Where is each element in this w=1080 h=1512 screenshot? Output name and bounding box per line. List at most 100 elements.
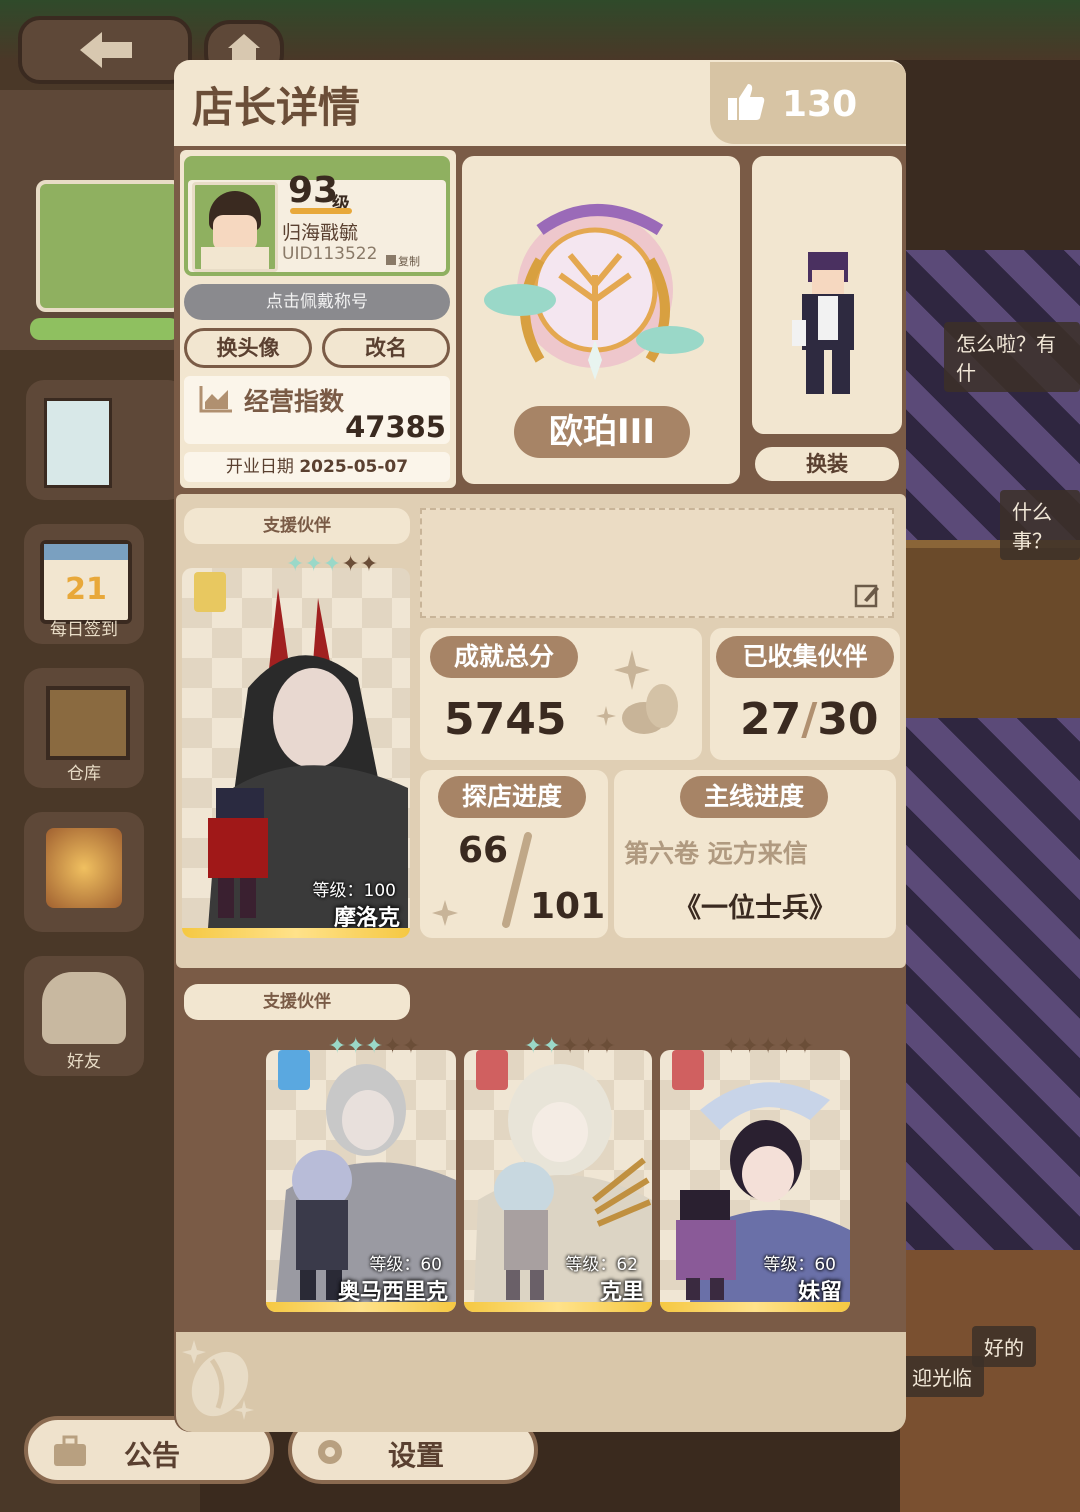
- left-progress-bar: [30, 318, 180, 340]
- partner-card[interactable]: 等级：62 克里: [464, 1050, 652, 1312]
- star-icon: ✦: [524, 1034, 543, 1059]
- sparkle-icon: [432, 900, 458, 926]
- star-icon: ✦: [322, 552, 342, 577]
- thumbs-up-icon: [728, 84, 765, 120]
- star-icon: ✦: [304, 552, 323, 577]
- achievement-label: 成就总分: [430, 636, 578, 678]
- left-item-tile[interactable]: [26, 380, 186, 500]
- rename-button[interactable]: 改名: [322, 328, 450, 368]
- main-support-partner-card[interactable]: 等级：100 摩洛克: [182, 568, 410, 938]
- story-label: 主线进度: [680, 776, 828, 818]
- role-badge-icon: [476, 1050, 508, 1090]
- likes-count: 130: [782, 84, 858, 125]
- collected-label: 已收集伙伴: [716, 636, 894, 678]
- change-outfit-button[interactable]: 换装: [752, 444, 902, 484]
- back-button[interactable]: [18, 16, 192, 84]
- rank-name: 欧珀III: [514, 406, 690, 458]
- role-badge-icon: [672, 1050, 704, 1090]
- explore-total: 101: [530, 886, 606, 927]
- star-icon: ✦: [722, 1034, 741, 1059]
- partner-rarity-bar: [266, 1302, 456, 1312]
- partner-level: 等级：100: [312, 881, 396, 901]
- role-badge-icon: [278, 1050, 310, 1090]
- partner-rarity-bar: [182, 928, 410, 938]
- storage-button[interactable]: 仓库: [24, 668, 144, 788]
- settings-label: 设置: [388, 1439, 445, 1472]
- daily-checkin-label: 每日签到: [50, 620, 118, 640]
- business-index-value: 47385: [345, 410, 446, 444]
- chart-icon: [199, 386, 232, 413]
- story-volume: 第六卷 远方来信: [624, 839, 808, 868]
- storage-crate-icon: [46, 686, 130, 760]
- player-uid: UID113522: [282, 244, 378, 264]
- partner-card[interactable]: 等级：60 妹留: [660, 1050, 850, 1312]
- fraction-slash: [502, 832, 532, 928]
- star-icon: ✦: [359, 552, 379, 577]
- back-arrow-icon: [80, 32, 132, 68]
- copy-label: 复制: [398, 255, 420, 268]
- friends-button[interactable]: 好友: [24, 956, 144, 1076]
- star-icon: ✦: [560, 1034, 580, 1059]
- copy-icon: [386, 255, 396, 265]
- star-icon: ✦: [401, 1034, 421, 1059]
- speech-bubble: 迎光临: [900, 1356, 984, 1397]
- star-rating: ✦✦✦✦✦: [722, 1034, 814, 1059]
- book-icon: [44, 398, 112, 488]
- star-icon: ✦: [777, 1034, 796, 1059]
- player-level: 93: [288, 170, 339, 211]
- edit-icon[interactable]: [854, 582, 880, 608]
- star-icon: ✦: [341, 552, 360, 577]
- star-icon: ✦: [758, 1034, 778, 1059]
- collected-count: 27/30: [740, 694, 879, 745]
- level-underline: [290, 208, 352, 214]
- support-partner-label-2: 支援伙伴: [184, 984, 410, 1020]
- star-icon: ✦: [542, 1034, 561, 1059]
- story-chapter: 《一位士兵》: [674, 893, 836, 924]
- scene-counter: [905, 540, 1080, 718]
- panel-footer: [176, 1332, 906, 1432]
- open-date-label: 开业日期: [225, 457, 294, 477]
- star-icon: ✦: [328, 1034, 347, 1059]
- star-rating: ✦✦✦✦✦: [524, 1034, 616, 1059]
- star-icon: ✦: [346, 1034, 365, 1059]
- achievement-value: 5745: [444, 694, 567, 745]
- coffee-beans-icon: [596, 650, 678, 734]
- signature-box[interactable]: [420, 508, 894, 618]
- player-name: 归海戬毓: [282, 222, 359, 244]
- opal-rank-emblem-icon: [484, 204, 704, 380]
- change-avatar-button[interactable]: 换头像: [184, 328, 312, 368]
- notice-label: 公告: [124, 1439, 181, 1472]
- open-date-value: 2025-05-07: [299, 457, 409, 477]
- support-partner-label: 支援伙伴: [184, 508, 410, 544]
- calendar-icon: 21: [40, 540, 132, 624]
- star-icon: ✦: [597, 1034, 617, 1059]
- star-icon: ✦: [795, 1034, 815, 1059]
- friends-label: 好友: [67, 1052, 101, 1072]
- star-icon: ✦: [383, 1034, 402, 1059]
- page-title: 店长详情: [192, 83, 361, 132]
- partner-rarity-bar: [660, 1302, 850, 1312]
- business-index-label: 经营指数: [244, 387, 345, 416]
- copy-uid-button[interactable]: 复制: [386, 250, 432, 268]
- briefcase-icon: [54, 1435, 86, 1466]
- player-avatar[interactable]: [192, 182, 278, 272]
- title-wear-button[interactable]: 点击佩戴称号: [184, 284, 450, 320]
- collected-total: 30: [817, 694, 879, 745]
- explore-label: 探店进度: [438, 776, 586, 818]
- star-rating: ✦✦✦✦✦: [286, 552, 378, 577]
- open-date: 开业日期 2025-05-07: [184, 452, 450, 482]
- star-icon: ✦: [579, 1034, 598, 1059]
- speech-bubble: 怎么啦？有什: [944, 322, 1080, 392]
- partner-level: 等级：60: [369, 1255, 442, 1275]
- daily-checkin-button[interactable]: 21 每日签到: [24, 524, 144, 644]
- cats-icon: [42, 972, 126, 1044]
- pixel-character-sprite: [792, 252, 854, 394]
- left-avatar[interactable]: [36, 180, 182, 312]
- coffee-bean-icon: [182, 1340, 254, 1420]
- partner-card[interactable]: 等级：60 奥马西里克: [266, 1050, 456, 1312]
- partner-level: 等级：62: [565, 1255, 638, 1275]
- storage-label: 仓库: [67, 764, 101, 784]
- gift-button[interactable]: [24, 812, 144, 932]
- partner-portrait: [208, 588, 408, 928]
- collected-value: 27: [740, 694, 802, 745]
